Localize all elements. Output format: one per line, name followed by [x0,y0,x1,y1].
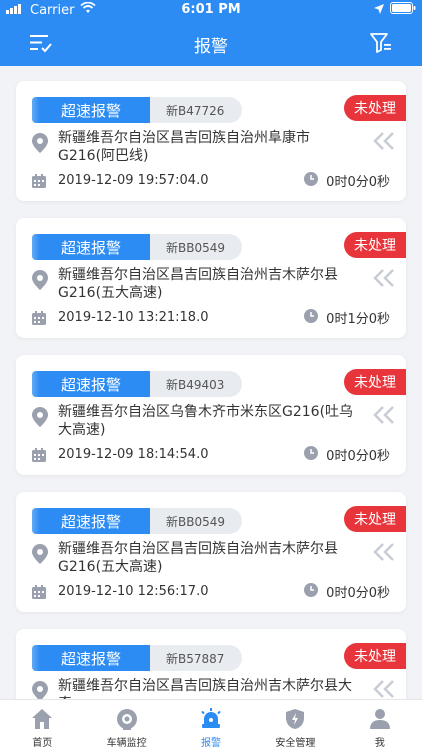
tab-label: 首页 [32,738,53,749]
clock-icon [304,445,319,464]
alert-address: 新疆维吾尔自治区昌吉回族自治州吉木萨尔县G216(五大高速) [58,267,338,301]
alert-type-label: 超速报警 [32,508,150,534]
alert-address: 新疆维吾尔自治区乌鲁木齐市米东区G216(吐乌大高速) [58,404,354,438]
alert-duration: 0时1分0秒 [326,312,390,327]
plate-number: 新B49403 [150,371,242,397]
alert-tag: 超速报警 新B57887 [32,645,242,671]
alert-card[interactable]: 超速报警 新BB0549 未处理 新疆维吾尔自治区昌吉回族自治州吉木萨尔县G21… [16,492,406,612]
status-badge: 未处理 [344,232,406,258]
calendar-icon [32,584,52,599]
alert-card[interactable]: 超速报警 新B47726 未处理 新疆维吾尔自治区昌吉回族自治州阜康市G216(… [16,81,406,201]
shield-icon [284,708,306,730]
alert-timestamp: 2019-12-09 18:14:54.0 [58,447,209,462]
status-badge: 未处理 [344,369,406,395]
tab-bar: 首页 车辆监控 报警 安全管理 我 [0,699,422,750]
location-pin-icon [32,270,52,302]
location-pin-icon [32,133,52,165]
page-title: 报警 [194,37,228,57]
address-row: 新疆维吾尔自治区昌吉回族自治州阜康市G216(阿巴线) [32,129,362,165]
status-bar: Carrier 6:01 PM [0,0,422,20]
alarm-icon [200,708,222,730]
alert-timestamp: 2019-12-10 13:21:18.0 [58,310,209,325]
alert-tag: 超速报警 新B47726 [32,97,242,123]
location-pin-icon [32,681,52,699]
duration-group: 0时1分0秒 [304,308,390,327]
plate-number: 新B57887 [150,645,242,671]
alert-tag: 超速报警 新B49403 [32,371,242,397]
calendar-icon [32,173,52,188]
alert-card[interactable]: 超速报警 新B57887 未处理 新疆维吾尔自治区昌吉回族自治州吉木萨尔县大奇 [16,629,406,699]
alert-address: 新疆维吾尔自治区昌吉回族自治州阜康市G216(阿巴线) [58,130,310,164]
alert-duration: 0时0分0秒 [326,175,390,190]
status-badge: 未处理 [344,95,406,121]
alert-address: 新疆维吾尔自治区昌吉回族自治州吉木萨尔县G216(五大高速) [58,541,338,575]
time-row: 2019-12-09 18:14:54.0 0时0分0秒 [32,445,390,464]
chevron-double-left-icon[interactable] [372,405,396,425]
alert-tag: 超速报警 新BB0549 [32,508,242,534]
alert-timestamp: 2019-12-09 19:57:04.0 [58,173,209,188]
clock-icon [304,171,319,190]
address-row: 新疆维吾尔自治区乌鲁木齐市米东区G216(吐乌大高速) [32,403,362,439]
alert-card[interactable]: 超速报警 新B49403 未处理 新疆维吾尔自治区乌鲁木齐市米东区G216(吐乌… [16,355,406,475]
tab-safety-management[interactable]: 安全管理 [253,700,337,750]
alert-address: 新疆维吾尔自治区昌吉回族自治州吉木萨尔县大奇 [58,678,352,699]
chevron-double-left-icon[interactable] [372,542,396,562]
chevron-double-left-icon[interactable] [372,268,396,288]
tab-label: 车辆监控 [106,738,147,749]
status-right [374,2,416,18]
filter-icon[interactable] [370,32,392,54]
alert-type-label: 超速报警 [32,645,150,671]
clock-icon [304,308,319,327]
status-badge: 未处理 [344,506,406,532]
time-row: 2019-12-10 12:56:17.0 0时0分0秒 [32,582,390,601]
status-time: 6:01 PM [181,2,241,17]
clock-icon [304,582,319,601]
alert-timestamp: 2019-12-10 12:56:17.0 [58,584,209,599]
alert-duration: 0时0分0秒 [326,449,390,464]
battery-icon [390,2,416,18]
chevron-double-left-icon[interactable] [372,131,396,151]
alert-type-label: 超速报警 [32,234,150,260]
location-pin-icon [32,544,52,576]
plate-number: 新BB0549 [150,234,242,260]
tab-label: 安全管理 [275,738,316,749]
alert-tag: 超速报警 新BB0549 [32,234,242,260]
chevron-double-left-icon[interactable] [372,679,396,699]
address-row: 新疆维吾尔自治区昌吉回族自治州吉木萨尔县G216(五大高速) [32,540,362,576]
calendar-icon [32,310,52,325]
user-icon [369,708,391,730]
status-badge: 未处理 [344,643,406,669]
alert-type-label: 超速报警 [32,371,150,397]
address-row: 新疆维吾尔自治区昌吉回族自治州吉木萨尔县G216(五大高速) [32,266,362,302]
home-icon [31,708,53,730]
tab-me[interactable]: 我 [338,700,422,750]
tab-alarm[interactable]: 报警 [169,700,253,750]
address-row: 新疆维吾尔自治区昌吉回族自治州吉木萨尔县大奇 [32,677,362,699]
duration-group: 0时0分0秒 [304,171,390,190]
monitor-icon [116,708,138,730]
time-row: 2019-12-10 13:21:18.0 0时1分0秒 [32,308,390,327]
alert-duration: 0时0分0秒 [326,586,390,601]
duration-group: 0时0分0秒 [304,445,390,464]
location-arrow-icon [374,3,384,18]
alert-list[interactable]: 超速报警 新B47726 未处理 新疆维吾尔自治区昌吉回族自治州阜康市G216(… [0,66,422,699]
tab-label: 我 [374,738,385,749]
alert-card[interactable]: 超速报警 新BB0549 未处理 新疆维吾尔自治区昌吉回族自治州吉木萨尔县G21… [16,218,406,338]
time-row: 2019-12-09 19:57:04.0 0时0分0秒 [32,171,390,190]
plate-number: 新BB0549 [150,508,242,534]
duration-group: 0时0分0秒 [304,582,390,601]
location-pin-icon [32,407,52,439]
alert-type-label: 超速报警 [32,97,150,123]
navigation-bar: 报警 [0,20,422,66]
tab-label: 报警 [201,738,222,749]
calendar-icon [32,447,52,462]
tab-vehicle-monitor[interactable]: 车辆监控 [84,700,168,750]
tab-home[interactable]: 首页 [0,700,84,750]
plate-number: 新B47726 [150,97,242,123]
